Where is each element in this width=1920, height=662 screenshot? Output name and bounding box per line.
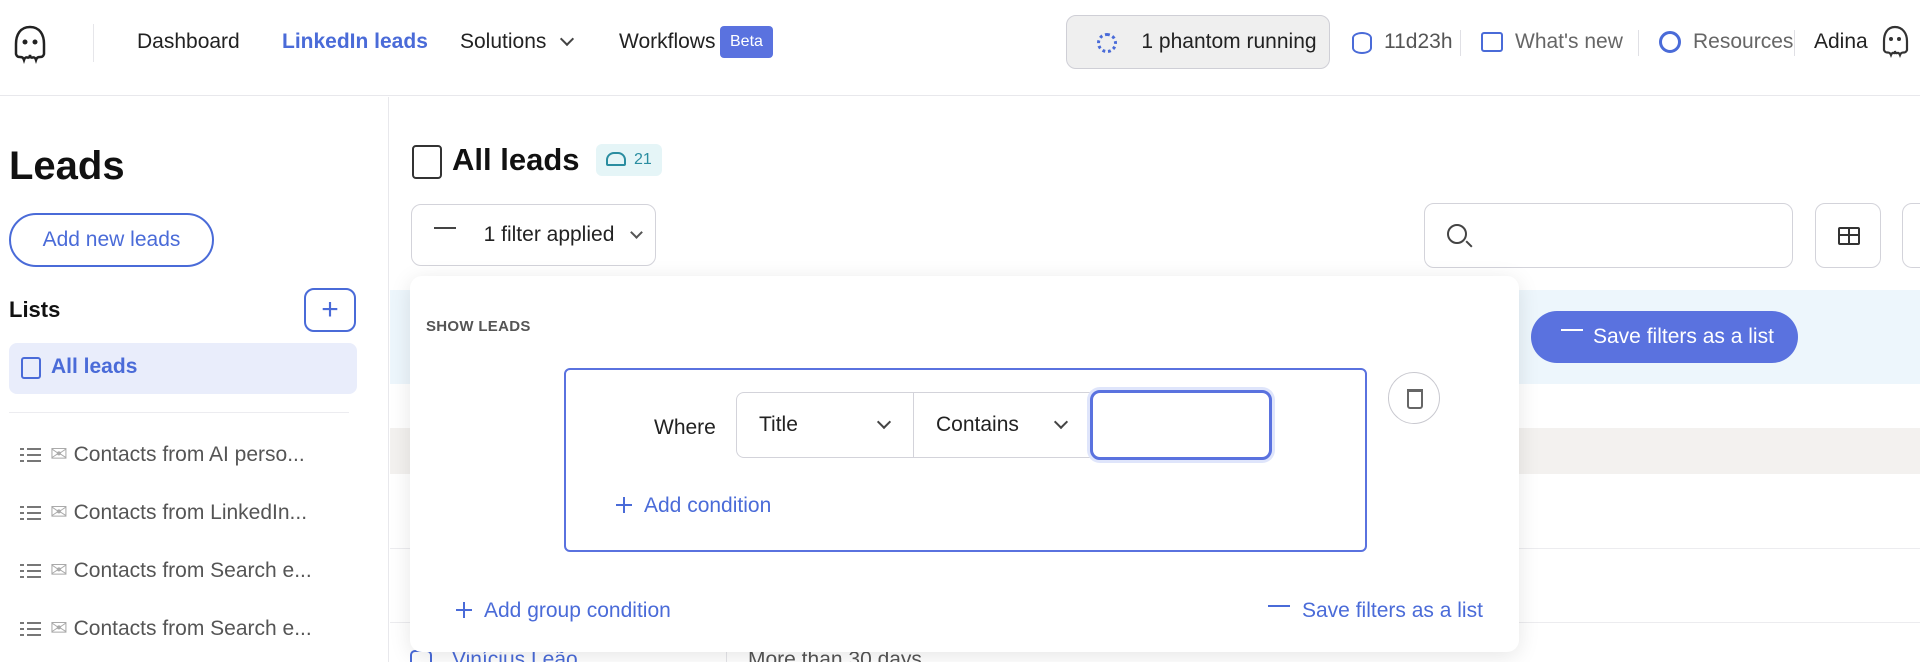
nav-divider bbox=[93, 24, 94, 62]
add-condition-label: Add condition bbox=[644, 494, 772, 517]
chevron-down-icon bbox=[876, 414, 892, 430]
list-icon bbox=[20, 563, 42, 580]
filter-field-select[interactable]: Title bbox=[736, 392, 914, 458]
search-icon bbox=[1447, 224, 1467, 244]
lists-heading: Lists bbox=[9, 297, 61, 322]
avatar-ghost-icon[interactable] bbox=[1880, 24, 1910, 58]
list-icon bbox=[20, 505, 42, 522]
nav-separator bbox=[1638, 30, 1639, 56]
nav-solutions-label: Solutions bbox=[460, 30, 547, 53]
sidebar-divider bbox=[9, 412, 349, 413]
filter-popover-heading: SHOW LEADS bbox=[426, 318, 531, 335]
filter-popover: SHOW LEADS Where Title Contains Add cond… bbox=[410, 276, 1519, 652]
lead-count-badge: 21 bbox=[596, 144, 662, 176]
save-filters-link-label: Save filters as a list bbox=[1302, 599, 1483, 622]
nav-separator bbox=[1794, 30, 1795, 56]
plus-icon bbox=[616, 497, 632, 513]
nav-dashboard[interactable]: Dashboard bbox=[137, 30, 240, 54]
sidebar-list-item[interactable]: ✉ Contacts from Search e... bbox=[20, 558, 312, 583]
list-icon bbox=[20, 447, 42, 464]
sidebar-list-item[interactable]: ✉ Contacts from Search e... bbox=[20, 616, 312, 641]
filter-icon bbox=[1268, 605, 1290, 621]
more-options-button[interactable] bbox=[1902, 203, 1920, 268]
contact-card-icon bbox=[412, 145, 442, 179]
user-name[interactable]: Adina bbox=[1814, 30, 1868, 54]
table-icon bbox=[1838, 227, 1860, 245]
save-filters-label: Save filters as a list bbox=[1593, 325, 1774, 348]
credits-remaining[interactable]: 11d23h bbox=[1350, 30, 1453, 54]
filter-value-input[interactable] bbox=[1090, 390, 1272, 460]
sidebar-list-label: Contacts from AI perso... bbox=[73, 443, 305, 466]
chevron-down-icon bbox=[560, 31, 575, 47]
add-list-button[interactable]: + bbox=[304, 288, 356, 332]
nav-linkedin-leads[interactable]: LinkedIn leads bbox=[282, 30, 428, 54]
sidebar-list-label: Contacts from Search e... bbox=[73, 617, 312, 640]
nav-workflows[interactable]: Workflows bbox=[619, 30, 715, 54]
sidebar: Leads Add new leads Lists + All leads ✉ C… bbox=[0, 97, 389, 662]
sidebar-item-all-leads[interactable]: All leads bbox=[9, 343, 357, 394]
top-navigation: Dashboard LinkedIn leads Solutions Workf… bbox=[0, 0, 1920, 96]
plus-icon bbox=[456, 602, 472, 618]
filter-icon bbox=[434, 227, 456, 243]
filter-group: Where Title Contains Add condition bbox=[564, 368, 1367, 552]
nav-separator bbox=[1460, 30, 1461, 56]
sidebar-title: Leads bbox=[9, 144, 125, 188]
add-new-leads-button[interactable]: Add new leads bbox=[9, 213, 214, 267]
mail-icon: ✉ bbox=[50, 443, 68, 466]
add-condition-button[interactable]: Add condition bbox=[616, 494, 771, 518]
save-filters-as-list-link[interactable]: Save filters as a list bbox=[1268, 599, 1483, 623]
chevron-down-icon bbox=[630, 226, 644, 239]
page-title: All leads bbox=[452, 142, 580, 177]
where-label: Where bbox=[654, 416, 716, 439]
beta-badge: Beta bbox=[720, 26, 773, 58]
delete-group-button[interactable] bbox=[1388, 372, 1440, 424]
phantom-running-label: 1 phantom running bbox=[1141, 30, 1317, 53]
sidebar-list-item[interactable]: ✉ Contacts from LinkedIn... bbox=[20, 500, 307, 525]
table-view-button[interactable] bbox=[1815, 203, 1881, 268]
list-icon bbox=[20, 621, 42, 638]
sidebar-item-label: All leads bbox=[51, 355, 138, 378]
trash-icon bbox=[1407, 389, 1423, 409]
whats-new-link[interactable]: What's new bbox=[1480, 30, 1623, 54]
sidebar-list-label: Contacts from Search e... bbox=[73, 559, 312, 582]
filter-field-value: Title bbox=[759, 413, 798, 436]
add-group-condition-button[interactable]: Add group condition bbox=[456, 599, 671, 623]
chevron-down-icon bbox=[1053, 414, 1069, 430]
resources-link[interactable]: Resources bbox=[1658, 30, 1793, 54]
spinner-icon bbox=[1097, 33, 1117, 53]
sidebar-list-item[interactable]: ✉ Contacts from AI perso... bbox=[20, 442, 305, 467]
filter-operator-value: Contains bbox=[936, 413, 1019, 436]
contact-card-icon bbox=[21, 357, 41, 379]
filter-button-label: 1 filter applied bbox=[483, 223, 615, 246]
search-box bbox=[1424, 203, 1793, 268]
filter-operator-select[interactable]: Contains bbox=[913, 392, 1091, 458]
save-filters-as-list-button[interactable]: Save filters as a list bbox=[1531, 311, 1798, 363]
lead-count: 21 bbox=[634, 151, 652, 168]
mail-icon: ✉ bbox=[50, 559, 68, 582]
phantom-running-button[interactable]: 1 phantom running bbox=[1066, 15, 1330, 69]
add-group-condition-label: Add group condition bbox=[484, 599, 671, 622]
filter-icon bbox=[1561, 329, 1583, 345]
search-input[interactable] bbox=[1483, 214, 1773, 258]
people-icon bbox=[606, 152, 626, 166]
ghost-logo-icon[interactable] bbox=[12, 24, 48, 64]
mail-icon: ✉ bbox=[50, 501, 68, 524]
mail-icon: ✉ bbox=[50, 617, 68, 640]
sidebar-list-label: Contacts from LinkedIn... bbox=[73, 501, 308, 524]
filter-dropdown-button[interactable]: 1 filter applied bbox=[411, 204, 656, 266]
nav-solutions[interactable]: Solutions bbox=[460, 30, 575, 54]
